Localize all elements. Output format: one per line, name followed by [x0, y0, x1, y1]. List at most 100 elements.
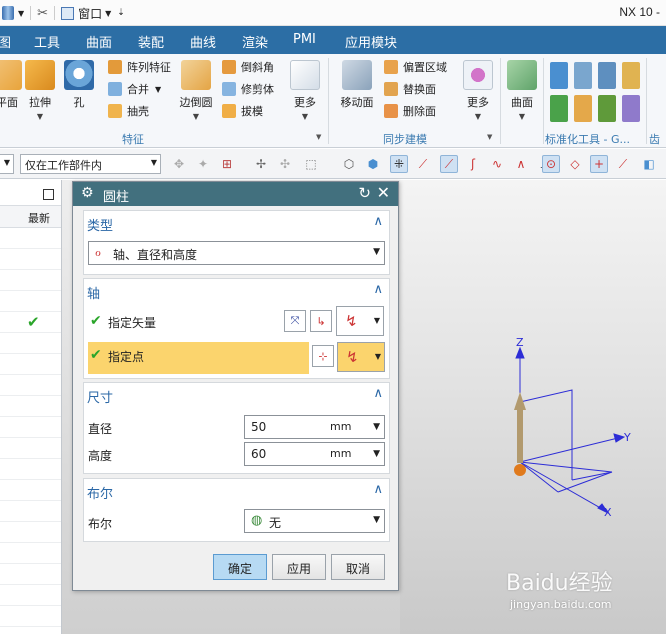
select-all-icon[interactable]: ✥: [170, 155, 188, 173]
list-item[interactable]: [0, 438, 61, 459]
list-item[interactable]: [0, 354, 61, 375]
reset-icon[interactable]: ↻: [358, 184, 371, 202]
quick-pick-icon[interactable]: ✣: [276, 155, 294, 173]
tab-assembly[interactable]: 装配: [138, 32, 164, 51]
more-sync-button[interactable]: 更多 ▼: [462, 60, 494, 121]
body-select-icon[interactable]: ⬡: [340, 155, 358, 173]
list-item[interactable]: [0, 564, 61, 585]
reverse-direction-icon[interactable]: ⤧: [284, 310, 306, 332]
more-feature-button[interactable]: 更多 ▼: [288, 60, 322, 121]
offset-region-button[interactable]: 偏置区域: [384, 58, 447, 76]
list-item[interactable]: ✔: [0, 312, 61, 333]
list-item[interactable]: [0, 396, 61, 417]
close-icon[interactable]: ✕: [377, 183, 390, 202]
surface-button[interactable]: 曲面 ▼: [506, 60, 538, 121]
list-item[interactable]: [0, 585, 61, 606]
tool-icon[interactable]: [622, 95, 640, 122]
hole-button[interactable]: 孔: [64, 60, 94, 110]
chevron-down-icon[interactable]: ▼: [178, 112, 214, 121]
tool-icon[interactable]: [622, 62, 640, 89]
list-item[interactable]: [0, 501, 61, 522]
point-on-surface-icon[interactable]: ◧: [640, 155, 658, 173]
tab-render[interactable]: 渲染: [242, 32, 268, 51]
replace-face-button[interactable]: 替换面: [384, 80, 436, 98]
list-item[interactable]: [0, 522, 61, 543]
trim-body-button[interactable]: 修剪体: [222, 80, 274, 98]
select-feature-icon[interactable]: ✦: [194, 155, 212, 173]
tab-surface[interactable]: 曲面: [86, 32, 112, 51]
chevron-down-icon[interactable]: ▼: [506, 112, 538, 121]
boolean-dropdown[interactable]: ◍ 无 ▼: [244, 509, 385, 533]
list-item[interactable]: [0, 480, 61, 501]
draft-button[interactable]: 拔模: [222, 102, 263, 120]
cylinder-doc-icon[interactable]: [2, 6, 14, 20]
tool-icon[interactable]: [598, 62, 616, 89]
type-dropdown[interactable]: ℴ 轴、直径和高度 ▼: [88, 241, 385, 265]
tool-icon[interactable]: [574, 95, 592, 122]
move-face-button[interactable]: 移动面: [336, 60, 378, 110]
list-item[interactable]: [0, 228, 61, 249]
type-filter-dropdown[interactable]: ▼: [0, 154, 14, 174]
list-item[interactable]: [0, 417, 61, 438]
collapse-icon[interactable]: ∧: [373, 482, 383, 497]
cut-icon[interactable]: ✂: [37, 6, 48, 21]
dialog-title-bar[interactable]: ⚙ 圆柱 ↻ ✕: [73, 182, 398, 206]
chevron-down-icon[interactable]: ▼: [24, 112, 56, 121]
quadrant-icon[interactable]: ◇: [566, 155, 584, 173]
list-item[interactable]: [0, 333, 61, 354]
chevron-down-icon[interactable]: ▼: [105, 9, 111, 18]
chamfer-button[interactable]: 倒斜角: [222, 58, 274, 76]
plane-button[interactable]: 平面: [0, 60, 22, 110]
tab-application[interactable]: 应用模块: [345, 32, 397, 51]
cancel-button[interactable]: 取消: [331, 554, 385, 580]
diameter-field[interactable]: 50 mm ▼: [244, 415, 385, 439]
chevron-down-icon[interactable]: ▼: [462, 112, 494, 121]
scope-filter-dropdown[interactable]: 仅在工作部件内 ▼: [20, 154, 161, 174]
tab-curve[interactable]: 曲线: [190, 32, 216, 51]
chevron-down-icon[interactable]: ▼: [155, 85, 161, 94]
list-item[interactable]: [0, 375, 61, 396]
type-section-header[interactable]: 类型 ∧: [84, 211, 389, 235]
customize-arrow-icon[interactable]: ⇣: [117, 8, 125, 18]
control-point-icon[interactable]: ʃ: [464, 155, 482, 173]
list-item[interactable]: [0, 291, 61, 312]
list-item[interactable]: [0, 606, 61, 627]
tool-icon[interactable]: [550, 95, 568, 122]
window-icon[interactable]: [61, 6, 75, 20]
navigator-column-header[interactable]: 最新: [0, 206, 61, 228]
apply-button[interactable]: 应用: [272, 554, 326, 580]
snap-grid-icon[interactable]: ⁜: [390, 155, 408, 173]
height-field[interactable]: 60 mm ▼: [244, 442, 385, 466]
list-item[interactable]: [0, 459, 61, 480]
rectangle-select-icon[interactable]: ⬚: [302, 155, 320, 173]
vector-type-dropdown[interactable]: ↯ ▼: [336, 306, 384, 336]
snap-point-icon[interactable]: ✢: [252, 155, 270, 173]
list-item[interactable]: [0, 270, 61, 291]
midpoint-icon[interactable]: ⟋: [440, 155, 458, 173]
ok-button[interactable]: 确定: [213, 554, 267, 580]
extrude-button[interactable]: 拉伸 ▼: [24, 60, 56, 121]
tab-view[interactable]: 图: [0, 32, 11, 51]
spline-icon[interactable]: ∧: [512, 155, 530, 173]
collapse-icon[interactable]: ∧: [373, 214, 383, 229]
pattern-feature-button[interactable]: 阵列特征: [108, 58, 171, 76]
shell-button[interactable]: 抽壳: [108, 102, 149, 120]
maximize-icon[interactable]: [43, 189, 54, 200]
solid-select-icon[interactable]: ⬢: [364, 155, 382, 173]
gear-icon[interactable]: ⚙: [81, 185, 94, 201]
group-expand-icon[interactable]: ▼: [487, 133, 492, 141]
chevron-down-icon[interactable]: ▼: [373, 449, 380, 459]
boolean-section-header[interactable]: 布尔 ∧: [84, 479, 389, 503]
edge-blend-button[interactable]: 边倒圆 ▼: [178, 60, 214, 121]
group-expand-icon[interactable]: ▼: [316, 133, 321, 141]
intersection-icon[interactable]: ∿: [488, 155, 506, 173]
collapse-icon[interactable]: ∧: [373, 282, 383, 297]
unite-button[interactable]: 合并 ▼: [108, 80, 161, 98]
tool-icon[interactable]: [598, 95, 616, 122]
point-type-dropdown[interactable]: ↯ ▼: [337, 342, 385, 372]
window-menu[interactable]: 窗口: [78, 5, 102, 22]
chevron-down-icon[interactable]: ▼: [288, 112, 322, 121]
feature-filter-icon[interactable]: ⊞: [218, 155, 236, 173]
tool-icon[interactable]: [550, 62, 568, 89]
origin-point[interactable]: [514, 464, 526, 476]
